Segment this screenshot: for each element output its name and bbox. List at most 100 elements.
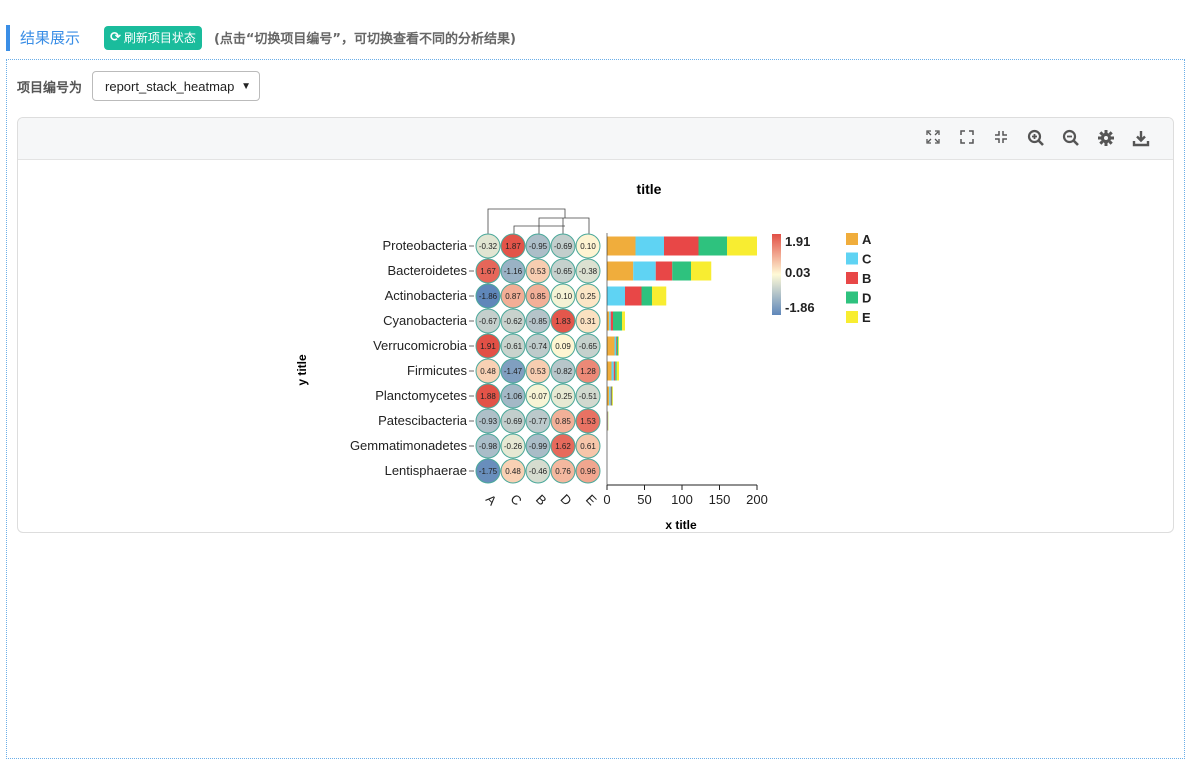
shrink-icon[interactable] [991,129,1011,149]
bar-segment-D [672,262,691,281]
heatmap-cell-label: 0.53 [530,267,546,276]
bar-segment-D [613,312,622,331]
heatmap-cell-label: -1.75 [479,467,498,476]
legend-swatch [846,253,858,265]
expand-icon[interactable] [923,129,943,149]
x-tick-label: 0 [603,492,610,507]
heatmap-cell-label: -0.10 [554,292,573,301]
heatmap-cell-label: 0.87 [505,292,521,301]
bar-segment-C [636,237,665,256]
row-label: Proteobacteria [382,238,467,253]
column-labels: ACBDE [483,491,600,508]
bar-segment-B [611,312,613,331]
row-label: Patescibacteria [378,413,468,428]
bar-segment-E [691,262,711,281]
heatmap-cell-label: 0.76 [555,467,571,476]
x-tick-label: 200 [746,492,768,507]
project-selector-label: 项目编号为 [17,77,82,96]
bar-segment-D [699,237,728,256]
project-select[interactable]: report_stack_heatmap ▼ [92,71,260,101]
settings-icon[interactable] [1096,129,1116,149]
colorbar: 1.910.03-1.86 [772,234,815,315]
bar-segment-A [607,237,636,256]
chevron-down-icon: ▼ [241,81,251,92]
row-label: Cyanobacteria [383,313,468,328]
heatmap-cell-label: -0.46 [529,467,548,476]
legend-swatch [846,272,858,284]
heatmap-cell-label: 0.10 [580,242,596,251]
heatmap-cell-label: -0.25 [554,392,573,401]
column-label: A [483,491,500,508]
heatmap-cell-label: -0.85 [529,317,548,326]
colorbar-mid-label: 0.03 [785,265,810,280]
bar-segment-E [617,362,619,381]
refresh-label: 刷新项目状态 [124,29,196,46]
heatmap-cell-label: -0.38 [579,267,598,276]
legend-swatch [846,292,858,304]
colorbar-max-label: 1.91 [785,234,810,249]
bar-segment-B [616,337,617,356]
refresh-status-button[interactable]: ⟳ 刷新项目状态 [104,26,202,50]
heatmap-cell-label: -1.47 [504,367,523,376]
heatmap-cell-label: 0.61 [580,442,596,451]
colorbar-rect [772,234,781,315]
bar-segment-A [607,312,609,331]
legend-swatch [846,233,858,245]
bar-segment-C [607,287,625,306]
heatmap-cell-label: 0.25 [580,292,596,301]
heatmap-cell-label: 0.53 [530,367,546,376]
column-label: B [533,491,550,508]
header-accent-bar [6,25,10,51]
chart-title: title [637,181,662,197]
bar-segment-A [607,337,615,356]
heatmap-cell-label: 0.48 [480,367,496,376]
bar-segment-D [612,387,613,406]
heatmap-cell-label: 1.67 [480,267,496,276]
bar-segment-B [664,237,699,256]
bar-segment-C [609,312,611,331]
bar-segment-C [633,262,656,281]
bar-segment-A [607,362,612,381]
heatmap-cell-label: -0.82 [554,367,573,376]
result-title: 结果展示 [20,27,80,48]
bar-segment-B [625,287,642,306]
fullscreen-icon[interactable] [957,129,977,149]
x-tick-label: 150 [709,492,731,507]
bar-segment-B [611,387,612,406]
bar-segment-E [727,237,757,256]
refresh-icon: ⟳ [110,30,121,45]
bar-segment-C [615,337,617,356]
heatmap-cell-label: 1.91 [480,342,496,351]
heatmap-cell-label: 1.87 [505,242,521,251]
row-label: Bacteroidetes [388,263,468,278]
row-label: Gemmatimonadetes [350,438,468,453]
heatmap-cell-label: -0.61 [504,342,523,351]
heatmap-cell-label: -0.32 [479,242,498,251]
heatmap-cell-label: -0.77 [529,417,548,426]
zoom-in-icon[interactable] [1026,129,1046,149]
column-label: C [508,491,525,508]
bar-segment-D [615,362,617,381]
zoom-out-icon[interactable] [1061,129,1081,149]
project-select-value: report_stack_heatmap [105,79,234,94]
stack-heatmap-chart: title y title x title -0.321.87-0.95-0.6… [18,160,1173,532]
stacked-bars [607,237,757,431]
heatmap-cell-label: -0.69 [504,417,523,426]
x-tick-label: 100 [671,492,693,507]
download-icon[interactable] [1131,129,1151,149]
heatmap-cell-label: -0.95 [529,242,548,251]
chart-panel: title y title x title -0.321.87-0.95-0.6… [17,117,1174,533]
heatmap-cell-label: 0.85 [555,417,571,426]
legend-label: D [862,291,871,306]
heatmap-cell-label: 1.83 [555,317,571,326]
heatmap-cell-label: -0.65 [554,267,573,276]
column-label: E [583,491,600,508]
heatmap-cell-label: -0.98 [479,442,498,451]
heatmap-cell-label: 0.48 [505,467,521,476]
heatmap-cell-label: 0.96 [580,467,596,476]
heatmap-cell-label: 1.53 [580,417,596,426]
x-axis-title: x title [665,518,697,532]
row-label: Lentisphaerae [385,463,467,478]
row-label: Verrucomicrobia [373,338,468,353]
bar-segment-D [617,337,619,356]
